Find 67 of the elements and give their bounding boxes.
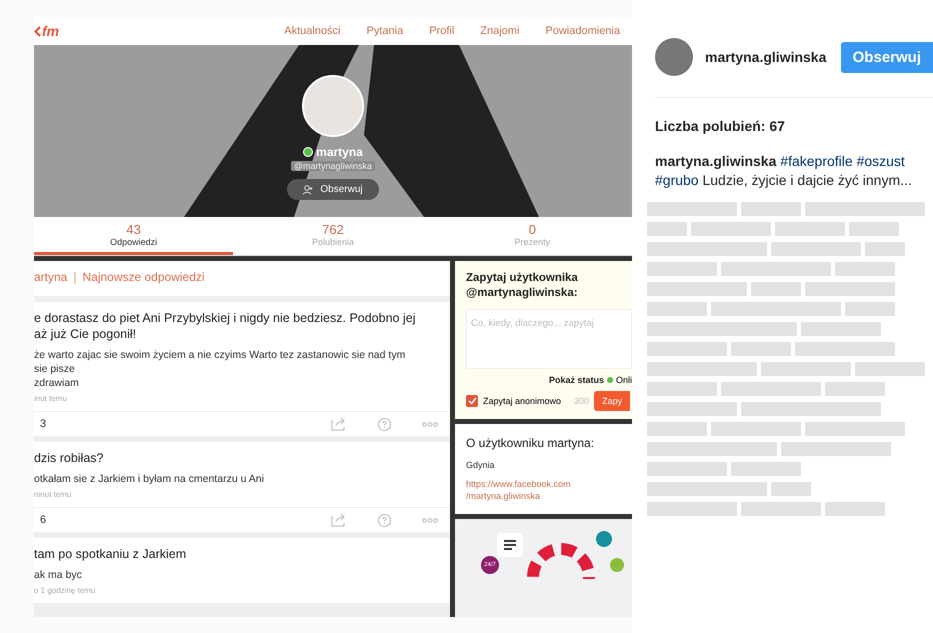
- profile-tab[interactable]: 0 Prezenty: [432, 217, 632, 255]
- status-dot: [606, 377, 613, 383]
- profile-name: martyna: [316, 145, 363, 159]
- timestamp: ninut temu: [34, 490, 72, 499]
- more-icon[interactable]: [422, 422, 438, 426]
- status-value[interactable]: Onli: [616, 375, 632, 385]
- question-field[interactable]: Co, kiedy, dlaczego... zapytaj: [466, 309, 632, 369]
- logo[interactable]: fm: [34, 23, 60, 39]
- anonymous-checkbox[interactable]: [466, 395, 478, 407]
- status-label: Pokaż status: [548, 375, 604, 385]
- likes-count: Liczba polubień: 67: [655, 118, 786, 134]
- profile-handle: @martynagliwinska: [290, 161, 376, 171]
- pixelated-block: [741, 202, 801, 216]
- answer-text: że warto zajac sie swoim życiem a nie czyims Warto tez zastanowic sie nad tym sie pisze zdrawiam: [34, 348, 406, 390]
- question-text: e dorastasz do piet Ani Przybylskiej i nigdy nie bedziesz. Podobno jej aż już Cie pogonił!: [34, 310, 416, 342]
- pixelated-block: [849, 222, 899, 236]
- profile-tab[interactable]: 762 Polubienia: [233, 217, 433, 255]
- ask-title: Zapytaj użytkownika @martynagliwinska:: [466, 271, 579, 301]
- feed-user[interactable]: artyna: [34, 270, 68, 284]
- follow-button[interactable]: Obserwuj: [287, 179, 379, 200]
- feed-title: Najnowsze odpowiedzi: [82, 270, 205, 284]
- post-caption: martyna.gliwinska #fakeprofile #oszust #grubo Ludzie, żyjcie i dajcie żyć innym...: [655, 152, 913, 190]
- add-user-icon: [303, 184, 314, 194]
- timestamp: o 1 godzinę temu: [34, 586, 96, 595]
- anonymous-label: Zapytaj anonimowo: [483, 396, 562, 406]
- pixelated-block: [771, 482, 811, 496]
- nav-link[interactable]: Aktualności: [284, 25, 340, 37]
- profile-link[interactable]: https://www.facebook.com /martyna.gliwinska: [466, 478, 621, 502]
- pixelated-block: [775, 222, 845, 236]
- pixelated-block: [865, 242, 905, 256]
- separator: |: [73, 270, 76, 284]
- nav-link[interactable]: Profil: [429, 25, 454, 37]
- nav-link[interactable]: Powiadomienia: [545, 25, 620, 37]
- follow-button[interactable]: Obserwuj: [840, 42, 933, 72]
- question-history-icon[interactable]: [377, 512, 392, 528]
- question-history-icon[interactable]: [377, 416, 392, 432]
- ask-button[interactable]: Zapy: [594, 391, 630, 411]
- pixelated-block: [731, 462, 801, 476]
- about-title: O użytkowniku martyna:: [466, 436, 596, 450]
- more-icon[interactable]: [422, 518, 438, 522]
- pixelated-block: [647, 222, 687, 236]
- share-icon[interactable]: [331, 417, 347, 431]
- pixelated-block: [647, 262, 717, 276]
- share-icon[interactable]: [331, 513, 347, 527]
- answer-text: otkałam sie z Jarkiem i byłam na cmentarzu u Ani: [34, 472, 265, 486]
- pixelated-block: [825, 382, 885, 396]
- pixelated-block: [647, 382, 717, 396]
- timestamp: inut temu: [34, 394, 68, 403]
- pixelated-block: [825, 502, 885, 516]
- answer-text: ak ma byc: [34, 568, 83, 582]
- question-text: tam po spotkaniu z Jarkiem: [34, 546, 188, 562]
- pixelated-block: [751, 282, 801, 296]
- username[interactable]: martyna.gliwinska: [705, 49, 829, 65]
- pixelated-block: [835, 262, 895, 276]
- pixelated-block: [647, 422, 707, 436]
- nav-link[interactable]: Znajomi: [480, 25, 520, 37]
- nav-link[interactable]: Pytania: [366, 25, 404, 37]
- pixelated-block: [845, 302, 895, 316]
- like-count: 3: [40, 418, 46, 430]
- avatar: [655, 38, 693, 76]
- pixelated-block: [731, 342, 791, 356]
- city-text: Gdynia: [466, 460, 496, 470]
- character-counter: 300: [574, 396, 590, 406]
- like-count: 6: [40, 514, 46, 526]
- pixelated-block: [855, 362, 925, 376]
- pixelated-block: [647, 302, 707, 316]
- question-text: dzis robiłas?: [34, 450, 104, 466]
